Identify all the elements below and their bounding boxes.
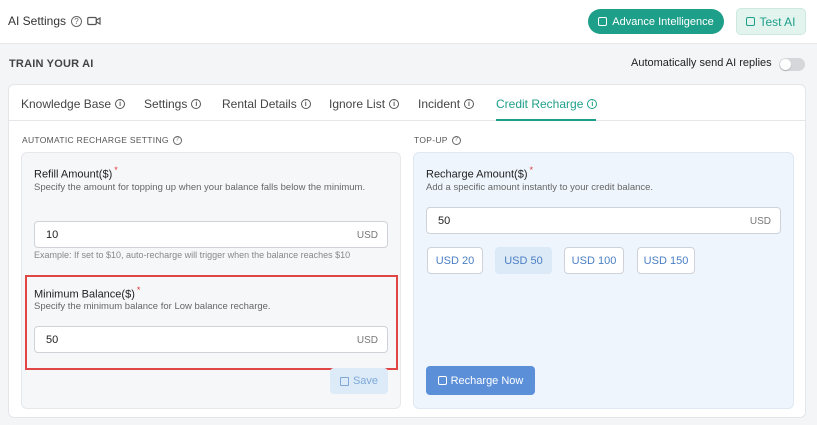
minimum-balance-input[interactable]: 50 USD <box>34 326 388 353</box>
auto-recharge-section-title: AUTOMATIC RECHARGE SETTING ? <box>22 135 182 145</box>
required-mark: * <box>529 165 534 175</box>
refill-amount-description: Specify the amount for topping up when y… <box>34 182 366 193</box>
required-mark: * <box>114 165 118 175</box>
chip-icon <box>598 17 608 26</box>
auto-send-toggle[interactable] <box>779 58 805 71</box>
minimum-balance-label: Minimum Balance($) * <box>34 285 140 301</box>
label-text: Refill Amount($) <box>34 168 113 181</box>
amount-option-usd-150[interactable]: USD 150 <box>637 247 695 274</box>
help-icon[interactable]: ? <box>71 15 83 27</box>
minimum-balance-description: Specify the minimum balance for Low bala… <box>34 301 271 312</box>
tab-label: Rental Details <box>222 97 297 111</box>
info-icon: i <box>191 99 202 109</box>
top-bar: AI Settings ? Advance Intelligence Test … <box>0 0 817 44</box>
active-tab-indicator <box>496 119 596 121</box>
label-text: Minimum Balance($) <box>34 288 135 301</box>
info-icon: i <box>300 99 311 109</box>
save-icon <box>339 376 349 386</box>
advance-intelligence-label: Advance Intelligence <box>612 15 714 28</box>
video-camera-icon[interactable] <box>87 16 101 26</box>
advance-intelligence-button[interactable]: Advance Intelligence <box>588 9 724 34</box>
tab-settings[interactable]: Settings i <box>144 97 202 111</box>
refill-amount-label: Refill Amount($) * <box>34 165 118 181</box>
label-text: Recharge Amount($) <box>426 168 528 181</box>
tab-ignore-list[interactable]: Ignore List i <box>329 97 400 111</box>
train-section-title: TRAIN YOUR AI <box>9 58 94 70</box>
input-value: 50 <box>46 334 59 346</box>
section-title-text: AUTOMATIC RECHARGE SETTING <box>22 135 169 145</box>
page-title-group: AI Settings ? <box>8 14 101 28</box>
auto-send-label: Automatically send AI replies <box>631 57 772 69</box>
info-icon: i <box>464 99 475 109</box>
toggle-knob <box>780 59 791 70</box>
tab-label: Credit Recharge <box>496 97 584 111</box>
refill-amount-input[interactable]: 10 USD <box>34 221 388 248</box>
tab-label: Ignore List <box>329 97 386 111</box>
recharge-amount-input[interactable]: 50 USD <box>426 207 781 234</box>
tab-label: Knowledge Base <box>21 97 112 111</box>
robot-icon <box>746 17 756 26</box>
input-value: 10 <box>46 229 59 241</box>
required-mark: * <box>136 285 141 295</box>
topup-section-title: TOP-UP ? <box>414 135 461 145</box>
settings-card: Knowledge Base i Settings i Rental Detai… <box>8 84 806 418</box>
refill-example-text: Example: If set to $10, auto-recharge wi… <box>34 250 351 260</box>
info-icon: i <box>587 99 598 109</box>
refresh-icon <box>437 376 447 385</box>
info-icon: i <box>115 99 126 109</box>
tab-bar: Knowledge Base i Settings i Rental Detai… <box>9 85 805 121</box>
tab-incident[interactable]: Incident i <box>418 97 475 111</box>
currency-unit: USD <box>749 216 771 227</box>
section-title-text: TOP-UP <box>414 135 448 145</box>
currency-unit: USD <box>356 335 378 346</box>
info-icon: i <box>389 99 400 109</box>
test-ai-label: Test AI <box>759 14 796 29</box>
amount-option-usd-100[interactable]: USD 100 <box>564 247 624 274</box>
recharge-now-button[interactable]: Recharge Now <box>426 366 535 395</box>
help-icon[interactable]: ? <box>451 135 461 145</box>
amount-option-usd-50[interactable]: USD 50 <box>495 247 552 274</box>
help-icon[interactable]: ? <box>172 135 182 145</box>
recharge-amount-description: Add a specific amount instantly to your … <box>426 182 654 193</box>
save-label: Save <box>352 375 379 387</box>
tab-credit-recharge[interactable]: Credit Recharge i <box>496 97 598 111</box>
tab-rental-details[interactable]: Rental Details i <box>222 97 311 111</box>
recharge-amount-label: Recharge Amount($) * <box>426 165 533 181</box>
recharge-label: Recharge Now <box>450 374 524 387</box>
tab-knowledge-base[interactable]: Knowledge Base i <box>21 97 126 111</box>
page-title: AI Settings <box>8 14 67 28</box>
input-value: 50 <box>438 215 451 227</box>
amount-option-usd-20[interactable]: USD 20 <box>427 247 483 274</box>
currency-unit: USD <box>356 230 378 241</box>
tab-label: Settings <box>144 97 188 111</box>
test-ai-button[interactable]: Test AI <box>736 8 806 35</box>
tab-label: Incident <box>418 97 461 111</box>
save-button[interactable]: Save <box>330 368 388 394</box>
